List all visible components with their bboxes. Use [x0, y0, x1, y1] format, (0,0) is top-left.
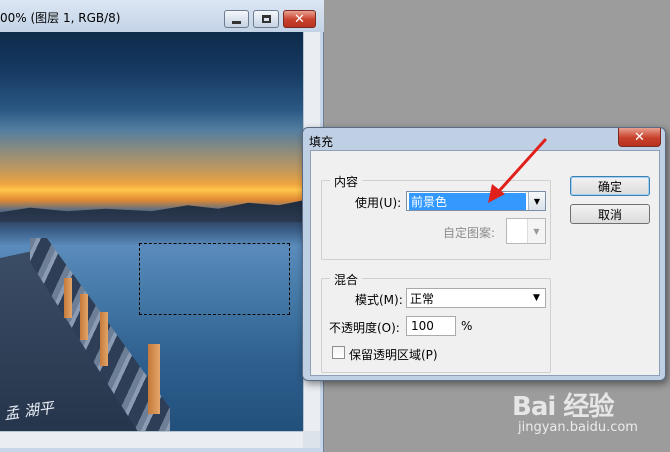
- minimize-icon: [232, 20, 241, 24]
- pattern-swatch: [507, 219, 528, 243]
- baidu-logo: Bai 经验: [512, 392, 614, 422]
- dialog-title: 填充: [309, 135, 334, 149]
- document-window: 00% (图层 1, RGB/8) ✕ 孟 湖平: [0, 0, 324, 452]
- use-label: 使用(U):: [355, 196, 402, 210]
- custom-pattern-picker: ▼: [506, 218, 546, 244]
- close-icon: ✕: [294, 11, 305, 27]
- ok-button-label: 确定: [597, 179, 622, 194]
- mode-select[interactable]: 正常 ▼: [406, 288, 546, 308]
- opacity-unit: %: [461, 319, 473, 333]
- cancel-button-label: 取消: [597, 207, 622, 222]
- watermark-url: jingyan.baidu.com: [518, 420, 638, 435]
- opacity-input[interactable]: 100: [406, 316, 456, 336]
- blend-group-legend: 混合: [330, 271, 363, 288]
- use-select[interactable]: 前景色 ▼: [406, 191, 546, 211]
- chevron-down-icon[interactable]: ▼: [528, 192, 545, 210]
- close-button[interactable]: ✕: [283, 10, 316, 28]
- ok-button[interactable]: 确定: [570, 176, 650, 196]
- preserve-transparency-checkbox[interactable]: [332, 346, 345, 359]
- mode-label: 模式(M):: [355, 293, 403, 307]
- distant-hills: [0, 200, 303, 222]
- use-select-value: 前景色: [409, 192, 526, 210]
- image-canvas[interactable]: 孟 湖平: [0, 32, 303, 431]
- baidu-watermark: Bai 经验 jingyan.baidu.com: [512, 382, 667, 442]
- maximize-icon: [261, 15, 271, 23]
- railing-post: [100, 312, 108, 366]
- horizontal-scrollbar[interactable]: [0, 431, 303, 448]
- content-group-legend: 内容: [330, 173, 363, 190]
- dialog-body: 内容 使用(U): 前景色 ▼ 自定图案: ▼ 混合 模式(M): 正常 ▼ 不…: [310, 150, 660, 376]
- custom-pattern-label: 自定图案:: [443, 226, 496, 240]
- dialog-close-button[interactable]: ✕: [618, 128, 661, 147]
- railing-post: [64, 278, 72, 318]
- minimize-button[interactable]: [224, 10, 249, 28]
- cancel-button[interactable]: 取消: [570, 204, 650, 224]
- mode-select-value: 正常: [410, 291, 435, 306]
- railing-post: [80, 294, 88, 340]
- chevron-down-icon[interactable]: ▼: [528, 289, 545, 307]
- fill-dialog: 填充 ✕ 内容 使用(U): 前景色 ▼ 自定图案: ▼ 混合 模式(M): 正…: [302, 127, 666, 381]
- document-title: 00% (图层 1, RGB/8): [0, 11, 121, 25]
- maximize-button[interactable]: [253, 10, 279, 28]
- selection-marquee[interactable]: [139, 243, 290, 315]
- opacity-label: 不透明度(O):: [329, 321, 400, 335]
- document-titlebar[interactable]: 00% (图层 1, RGB/8) ✕: [0, 0, 324, 32]
- railing-post: [148, 344, 160, 414]
- size-grip[interactable]: [303, 431, 320, 448]
- preserve-transparency-label[interactable]: 保留透明区域(P): [349, 346, 438, 363]
- chevron-down-icon: ▼: [528, 219, 545, 243]
- close-icon: ✕: [634, 129, 645, 145]
